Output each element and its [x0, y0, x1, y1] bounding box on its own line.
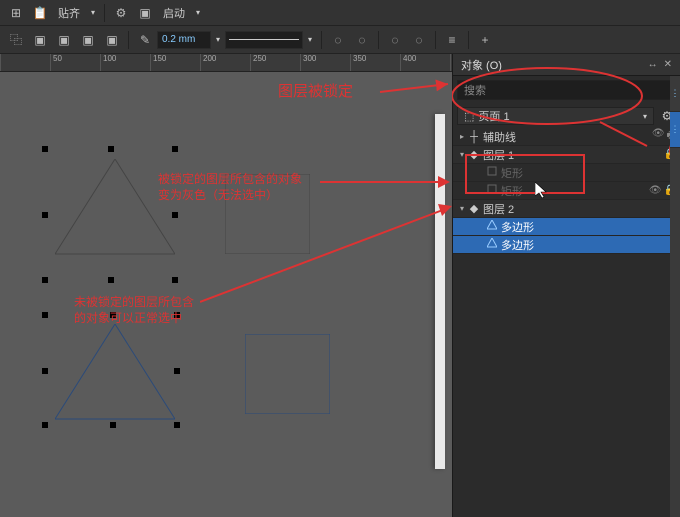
menu-icon[interactable]: ⊞	[4, 2, 28, 24]
pen-icon[interactable]: ✎	[133, 29, 157, 51]
tree-row-rect-b[interactable]: 矩形 👁🔒	[453, 182, 680, 200]
triangle-locked	[55, 159, 175, 259]
group-icon-1[interactable]: ▣	[28, 29, 52, 51]
panel-title: 对象 (O)	[461, 57, 502, 73]
effect-icon-2[interactable]: ◌	[407, 29, 431, 51]
chevron-down-icon: ▾	[643, 112, 647, 121]
sel-handle[interactable]	[42, 277, 48, 283]
align-icon[interactable]: ≡	[440, 29, 464, 51]
sel-handle[interactable]	[174, 312, 180, 318]
paste-label[interactable]: 贴齐	[52, 5, 86, 21]
page-icon: ⬚	[464, 110, 474, 123]
layer-icon: ◆	[467, 148, 481, 161]
line-style-dropdown[interactable]: ▾	[303, 31, 317, 49]
triangle-icon	[485, 220, 499, 233]
sel-handle[interactable]	[42, 312, 48, 318]
triangle-unlocked[interactable]	[55, 324, 175, 424]
visibility-icon[interactable]: 👁	[652, 128, 665, 145]
sel-handle[interactable]	[174, 368, 180, 374]
tree-row-layer1[interactable]: ▾ ◆ 图层 1 🔒	[453, 146, 680, 164]
annotation-arrow-mid2	[200, 202, 452, 312]
visibility-icon[interactable]: 👁	[649, 185, 662, 196]
combine-icon[interactable]: ⿻	[4, 29, 28, 51]
sel-handle[interactable]	[108, 277, 114, 283]
rectangle-icon	[485, 166, 499, 179]
page-selector-label: 页面 1	[478, 108, 509, 124]
sel-handle[interactable]	[174, 422, 180, 428]
collapse-icon[interactable]: ▾	[457, 150, 467, 159]
strip-button[interactable]: ⋮	[670, 112, 680, 148]
panel-tab: 对象 (O) ↔ ✕	[453, 54, 680, 76]
sel-handle[interactable]	[42, 422, 48, 428]
annotation-arrow-mid1	[320, 169, 452, 199]
stroke-width-input[interactable]	[157, 31, 211, 49]
layer-tree: ▸ ┼ 辅助线 👁 🖶 ▾ ◆ 图层 1 🔒 矩形	[453, 128, 680, 517]
search-input[interactable]: 搜索	[457, 80, 676, 100]
launch-icon[interactable]: ▣	[133, 2, 157, 24]
collapse-icon[interactable]: ▾	[457, 204, 467, 213]
panel-close-icon[interactable]: ✕	[664, 59, 672, 70]
group-icon-2[interactable]: ▣	[52, 29, 76, 51]
sel-handle[interactable]	[110, 312, 116, 318]
effect-icon-1[interactable]: ◌	[383, 29, 407, 51]
sel-handle[interactable]	[172, 277, 178, 283]
triangle-icon	[485, 238, 499, 251]
sel-handle[interactable]	[42, 212, 48, 218]
group-icon-4[interactable]: ▣	[100, 29, 124, 51]
rectangle-icon	[485, 184, 499, 197]
tree-row-guides[interactable]: ▸ ┼ 辅助线 👁 🖶	[453, 128, 680, 146]
strip-button[interactable]: ⋮	[670, 76, 680, 112]
layer-icon: ◆	[467, 202, 481, 215]
add-tool-button[interactable]: +	[473, 29, 497, 51]
annotation-mid2: 未被锁定的图层所包含的对象可以正常选中	[74, 294, 194, 326]
guides-icon: ┼	[467, 131, 481, 143]
paste-dropdown[interactable]: ▾	[86, 4, 100, 22]
objects-panel: 对象 (O) ↔ ✕ 搜索 ⬚ 页面 1 ▾ ⚙ ▸ ┼ 辅助线	[452, 54, 680, 517]
tree-row-rect-a[interactable]: 矩形	[453, 164, 680, 182]
stroke-width-dropdown[interactable]: ▾	[211, 31, 225, 49]
canvas[interactable]: 5010015020025030035040045050055060065070…	[0, 54, 452, 517]
dim-icon-2[interactable]: ◌	[350, 29, 374, 51]
rectangle-unlocked[interactable]	[245, 334, 330, 414]
tree-row-poly-a[interactable]: 多边形	[453, 218, 680, 236]
sel-handle[interactable]	[42, 368, 48, 374]
side-strip: ⋮ ⋮	[670, 76, 680, 517]
paste-icon[interactable]: 📋	[28, 2, 52, 24]
page-selector[interactable]: ⬚ 页面 1 ▾	[457, 107, 654, 125]
dim-icon-1[interactable]: ◌	[326, 29, 350, 51]
panel-expand-icon[interactable]: ↔	[648, 59, 658, 70]
sel-handle[interactable]	[172, 212, 178, 218]
sel-handle[interactable]	[110, 422, 116, 428]
tree-row-poly-b[interactable]: 多边形	[453, 236, 680, 254]
expand-icon[interactable]: ▸	[457, 132, 467, 141]
group-icon-3[interactable]: ▣	[76, 29, 100, 51]
tree-row-layer2[interactable]: ▾ ◆ 图层 2	[453, 200, 680, 218]
launch-dropdown[interactable]: ▾	[191, 4, 205, 22]
annotation-arrow-top	[0, 54, 452, 154]
line-style-preview[interactable]	[225, 31, 303, 49]
gear-icon[interactable]: ⚙	[109, 2, 133, 24]
launch-label[interactable]: 启动	[157, 5, 191, 21]
